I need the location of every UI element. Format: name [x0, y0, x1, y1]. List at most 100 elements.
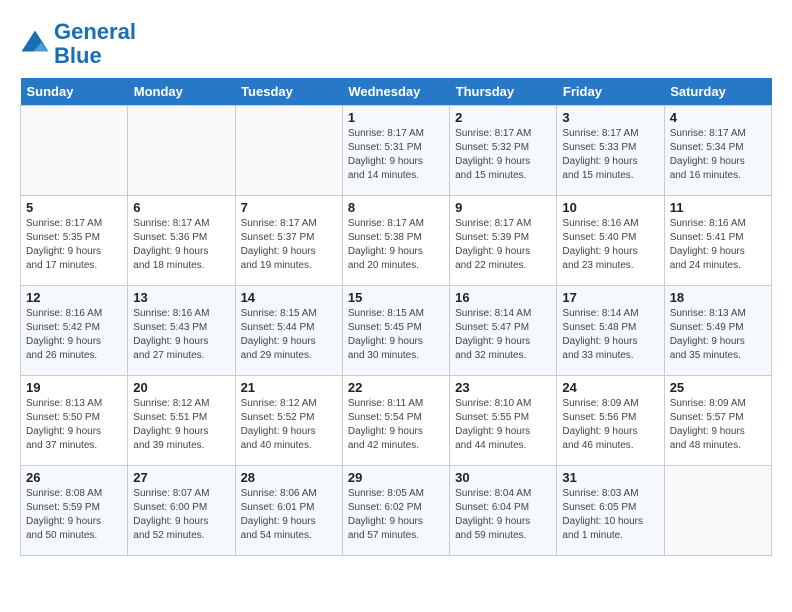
day-number: 19 [26, 380, 122, 395]
calendar-cell: 25Sunrise: 8:09 AM Sunset: 5:57 PM Dayli… [664, 376, 771, 466]
day-number: 21 [241, 380, 337, 395]
day-info: Sunrise: 8:17 AM Sunset: 5:31 PM Dayligh… [348, 127, 444, 183]
day-info: Sunrise: 8:07 AM Sunset: 6:00 PM Dayligh… [133, 487, 229, 543]
day-number: 28 [241, 470, 337, 485]
day-info: Sunrise: 8:17 AM Sunset: 5:32 PM Dayligh… [455, 127, 551, 183]
weekday-header-wednesday: Wednesday [342, 78, 449, 106]
day-info: Sunrise: 8:17 AM Sunset: 5:33 PM Dayligh… [562, 127, 658, 183]
day-number: 8 [348, 200, 444, 215]
day-number: 4 [670, 110, 766, 125]
day-number: 26 [26, 470, 122, 485]
weekday-header-saturday: Saturday [664, 78, 771, 106]
calendar-cell: 20 Sunrise: 8:12 AM Sunset: 5:51 PM Dayli… [128, 376, 235, 466]
day-number: 18 [670, 290, 766, 305]
calendar-cell: 9 Sunrise: 8:17 AM Sunset: 5:39 PM Daylig… [450, 196, 557, 286]
week-row-1: 1 Sunrise: 8:17 AM Sunset: 5:31 PM Daylig… [21, 106, 772, 196]
logo: General Blue [20, 20, 136, 68]
calendar-cell: 12 Sunrise: 8:16 AM Sunset: 5:42 PM Dayli… [21, 286, 128, 376]
calendar-cell [664, 466, 771, 556]
weekday-header-friday: Friday [557, 78, 664, 106]
calendar-cell: 10 Sunrise: 8:16 AM Sunset: 5:40 PM Dayli… [557, 196, 664, 286]
logo-text: General Blue [54, 20, 136, 68]
calendar-cell: 26 Sunrise: 8:08 AM Sunset: 5:59 PM Dayli… [21, 466, 128, 556]
day-number: 17 [562, 290, 658, 305]
day-number: 6 [133, 200, 229, 215]
calendar-cell: 29 Sunrise: 8:05 AM Sunset: 6:02 PM Dayli… [342, 466, 449, 556]
day-info: Sunrise: 8:16 AM Sunset: 5:40 PM Dayligh… [562, 217, 658, 273]
day-number: 24 [562, 380, 658, 395]
day-number: 2 [455, 110, 551, 125]
day-info: Sunrise: 8:17 AM Sunset: 5:34 PM Dayligh… [670, 127, 766, 183]
day-info: Sunrise: 8:09 AM Sunset: 5:57 PM Dayligh… [670, 397, 766, 453]
week-row-4: 19 Sunrise: 8:13 AM Sunset: 5:50 PM Dayli… [21, 376, 772, 466]
weekday-header-row: SundayMondayTuesdayWednesdayThursdayFrid… [21, 78, 772, 106]
calendar-cell: 28 Sunrise: 8:06 AM Sunset: 6:01 PM Dayli… [235, 466, 342, 556]
day-number: 29 [348, 470, 444, 485]
day-number: 23 [455, 380, 551, 395]
day-info: Sunrise: 8:17 AM Sunset: 5:39 PM Dayligh… [455, 217, 551, 273]
day-info: Sunrise: 8:12 AM Sunset: 5:51 PM Dayligh… [133, 397, 229, 453]
day-info: Sunrise: 8:05 AM Sunset: 6:02 PM Dayligh… [348, 487, 444, 543]
calendar-cell: 6Sunrise: 8:17 AM Sunset: 5:36 PM Daylig… [128, 196, 235, 286]
day-info: Sunrise: 8:16 AM Sunset: 5:41 PM Dayligh… [670, 217, 766, 273]
day-number: 14 [241, 290, 337, 305]
calendar-cell: 31 Sunrise: 8:03 AM Sunset: 6:05 PM Dayli… [557, 466, 664, 556]
calendar-cell: 2 Sunrise: 8:17 AM Sunset: 5:32 PM Daylig… [450, 106, 557, 196]
day-number: 20 [133, 380, 229, 395]
weekday-header-thursday: Thursday [450, 78, 557, 106]
day-info: Sunrise: 8:15 AM Sunset: 5:45 PM Dayligh… [348, 307, 444, 363]
day-number: 31 [562, 470, 658, 485]
day-number: 12 [26, 290, 122, 305]
page-header: General Blue [20, 20, 772, 68]
day-info: Sunrise: 8:03 AM Sunset: 6:05 PM Dayligh… [562, 487, 658, 543]
day-info: Sunrise: 8:13 AM Sunset: 5:50 PM Dayligh… [26, 397, 122, 453]
day-info: Sunrise: 8:06 AM Sunset: 6:01 PM Dayligh… [241, 487, 337, 543]
day-number: 5 [26, 200, 122, 215]
day-info: Sunrise: 8:14 AM Sunset: 5:47 PM Dayligh… [455, 307, 551, 363]
calendar-cell: 17 Sunrise: 8:14 AM Sunset: 5:48 PM Dayli… [557, 286, 664, 376]
calendar-cell: 22Sunrise: 8:11 AM Sunset: 5:54 PM Dayli… [342, 376, 449, 466]
calendar-cell: 24 Sunrise: 8:09 AM Sunset: 5:56 PM Dayli… [557, 376, 664, 466]
calendar-cell: 5Sunrise: 8:17 AM Sunset: 5:35 PM Daylig… [21, 196, 128, 286]
day-number: 15 [348, 290, 444, 305]
day-info: Sunrise: 8:14 AM Sunset: 5:48 PM Dayligh… [562, 307, 658, 363]
calendar-cell [128, 106, 235, 196]
calendar-cell: 18 Sunrise: 8:13 AM Sunset: 5:49 PM Dayli… [664, 286, 771, 376]
calendar-cell: 1 Sunrise: 8:17 AM Sunset: 5:31 PM Daylig… [342, 106, 449, 196]
day-number: 30 [455, 470, 551, 485]
day-number: 1 [348, 110, 444, 125]
day-number: 16 [455, 290, 551, 305]
calendar-cell [21, 106, 128, 196]
day-info: Sunrise: 8:15 AM Sunset: 5:44 PM Dayligh… [241, 307, 337, 363]
week-row-2: 5Sunrise: 8:17 AM Sunset: 5:35 PM Daylig… [21, 196, 772, 286]
day-info: Sunrise: 8:16 AM Sunset: 5:43 PM Dayligh… [133, 307, 229, 363]
day-info: Sunrise: 8:08 AM Sunset: 5:59 PM Dayligh… [26, 487, 122, 543]
day-number: 22 [348, 380, 444, 395]
calendar-cell: 7 Sunrise: 8:17 AM Sunset: 5:37 PM Daylig… [235, 196, 342, 286]
day-info: Sunrise: 8:16 AM Sunset: 5:42 PM Dayligh… [26, 307, 122, 363]
day-info: Sunrise: 8:09 AM Sunset: 5:56 PM Dayligh… [562, 397, 658, 453]
weekday-header-sunday: Sunday [21, 78, 128, 106]
calendar-cell: 11 Sunrise: 8:16 AM Sunset: 5:41 PM Dayli… [664, 196, 771, 286]
calendar-cell: 19 Sunrise: 8:13 AM Sunset: 5:50 PM Dayli… [21, 376, 128, 466]
day-number: 7 [241, 200, 337, 215]
day-number: 3 [562, 110, 658, 125]
weekday-header-monday: Monday [128, 78, 235, 106]
day-info: Sunrise: 8:12 AM Sunset: 5:52 PM Dayligh… [241, 397, 337, 453]
calendar-cell: 8Sunrise: 8:17 AM Sunset: 5:38 PM Daylig… [342, 196, 449, 286]
logo-icon [20, 29, 50, 59]
day-info: Sunrise: 8:17 AM Sunset: 5:37 PM Dayligh… [241, 217, 337, 273]
day-number: 9 [455, 200, 551, 215]
day-info: Sunrise: 8:13 AM Sunset: 5:49 PM Dayligh… [670, 307, 766, 363]
calendar-cell: 27 Sunrise: 8:07 AM Sunset: 6:00 PM Dayli… [128, 466, 235, 556]
calendar-cell: 16 Sunrise: 8:14 AM Sunset: 5:47 PM Dayli… [450, 286, 557, 376]
day-number: 10 [562, 200, 658, 215]
calendar-cell: 30Sunrise: 8:04 AM Sunset: 6:04 PM Dayli… [450, 466, 557, 556]
week-row-5: 26 Sunrise: 8:08 AM Sunset: 5:59 PM Dayli… [21, 466, 772, 556]
weekday-header-tuesday: Tuesday [235, 78, 342, 106]
calendar-cell: 4 Sunrise: 8:17 AM Sunset: 5:34 PM Daylig… [664, 106, 771, 196]
day-number: 27 [133, 470, 229, 485]
calendar-cell: 21 Sunrise: 8:12 AM Sunset: 5:52 PM Dayli… [235, 376, 342, 466]
week-row-3: 12 Sunrise: 8:16 AM Sunset: 5:42 PM Dayli… [21, 286, 772, 376]
day-number: 11 [670, 200, 766, 215]
